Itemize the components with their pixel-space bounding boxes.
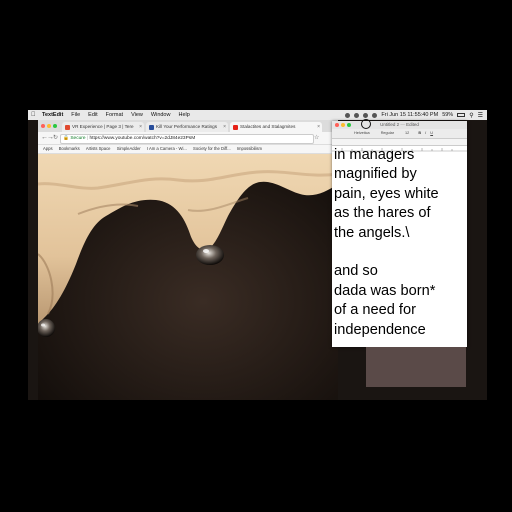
tab-stalactites[interactable]: Stalactites and Stalagmites × bbox=[230, 122, 322, 132]
stalactite-video-frame bbox=[38, 154, 338, 400]
menu-view[interactable]: View bbox=[131, 110, 143, 120]
bookmark-impossibilism[interactable]: Impossibilism bbox=[237, 146, 262, 151]
bluetooth-icon[interactable] bbox=[372, 112, 378, 118]
font-size-select[interactable]: 12 bbox=[405, 131, 409, 135]
bookmarks-bar: Apps Bookmarks Artists Space SimpleAdder… bbox=[38, 145, 338, 154]
zoom-window-icon[interactable] bbox=[347, 123, 351, 127]
menu-clock[interactable]: Fri Jun 15 11:55:40 PM bbox=[381, 112, 438, 118]
italic-icon[interactable]: I bbox=[425, 131, 426, 135]
cursor-highlight-icon bbox=[361, 119, 371, 129]
battery-icon[interactable] bbox=[457, 113, 466, 117]
bookmark-simpleadder[interactable]: SimpleAdder bbox=[117, 146, 141, 151]
youtube-icon bbox=[233, 124, 238, 130]
ruler[interactable] bbox=[332, 139, 467, 152]
background-window-thumbnail bbox=[366, 347, 466, 387]
browser-toolbar: ← → ↻ 🔒 Secure | https://www.youtube.com… bbox=[38, 132, 338, 145]
tab-bar: VR Experience | Page 3 | Tere × Kill You… bbox=[38, 120, 338, 132]
tab-label: Stalactites and Stalagmites bbox=[240, 124, 296, 129]
close-window-icon[interactable] bbox=[41, 124, 45, 128]
spotlight-icon[interactable]: ⚲ bbox=[469, 112, 473, 119]
document-status: Edited bbox=[406, 122, 419, 127]
tab-performance-ratings[interactable]: Kill Your Performance Ratings × bbox=[146, 122, 228, 132]
close-tab-icon[interactable]: × bbox=[139, 122, 142, 132]
bookmark-i-am-a-camera[interactable]: I Am a Camera - Wi... bbox=[147, 146, 187, 151]
document-text[interactable]: in managers magnified by pain, eyes whit… bbox=[334, 146, 465, 346]
close-tab-icon[interactable]: × bbox=[317, 122, 320, 132]
tab-favicon-icon bbox=[149, 124, 154, 130]
font-family-select[interactable]: Helvetica bbox=[354, 131, 370, 135]
wifi-icon[interactable] bbox=[354, 112, 360, 118]
address-bar[interactable]: 🔒 Secure | https://www.youtube.com/watch… bbox=[60, 134, 314, 144]
bookmark-apps[interactable]: Apps bbox=[43, 146, 53, 151]
star-icon[interactable]: ☆ bbox=[314, 133, 319, 143]
apple-icon[interactable]:  bbox=[31, 110, 37, 120]
video-player[interactable] bbox=[38, 154, 338, 400]
close-window-icon[interactable] bbox=[335, 123, 339, 127]
url-text: https://www.youtube.com/watch?v=2dJ84e23… bbox=[89, 136, 196, 141]
bold-icon[interactable]: B bbox=[418, 131, 421, 135]
reload-icon[interactable]: ↻ bbox=[53, 133, 58, 143]
screen-recording:  TextEdit File Edit Format View Window … bbox=[28, 110, 487, 400]
menu-file[interactable]: File bbox=[71, 110, 80, 120]
textedit-window: Untitled 2 — Edited Helvetica Regular 12… bbox=[332, 121, 467, 347]
dropbox-icon[interactable] bbox=[345, 112, 351, 118]
volume-icon[interactable] bbox=[363, 112, 369, 118]
menu-format[interactable]: Format bbox=[106, 110, 123, 120]
lock-icon: 🔒 bbox=[63, 136, 69, 141]
tab-favicon-icon bbox=[65, 124, 70, 130]
chrome-window: VR Experience | Page 3 | Tere × Kill You… bbox=[38, 120, 338, 400]
mac-menu-bar:  TextEdit File Edit Format View Window … bbox=[28, 110, 487, 120]
menu-help[interactable]: Help bbox=[178, 110, 189, 120]
minimize-window-icon[interactable] bbox=[341, 123, 345, 127]
menu-list-icon[interactable]: ☰ bbox=[478, 112, 483, 119]
menu-window[interactable]: Window bbox=[151, 110, 171, 120]
bookmark-society[interactable]: Society for the Diff... bbox=[193, 146, 231, 151]
bookmark-artists-space[interactable]: Artists Space bbox=[86, 146, 111, 151]
bookmark-bookmarks[interactable]: Bookmarks bbox=[59, 146, 80, 151]
menu-edit[interactable]: Edit bbox=[88, 110, 97, 120]
document-title: Untitled 2 bbox=[380, 122, 400, 127]
textedit-format-bar: Helvetica Regular 12 B I U bbox=[332, 129, 467, 139]
menu-app-name[interactable]: TextEdit bbox=[42, 110, 63, 120]
close-tab-icon[interactable]: × bbox=[223, 122, 226, 132]
tab-vr-experience[interactable]: VR Experience | Page 3 | Tere × bbox=[62, 122, 144, 132]
tab-label: Kill Your Performance Ratings bbox=[156, 124, 218, 129]
underline-icon[interactable]: U bbox=[430, 131, 433, 135]
minimize-window-icon[interactable] bbox=[47, 124, 51, 128]
tab-label: VR Experience | Page 3 | Tere bbox=[72, 124, 134, 129]
secure-label: Secure bbox=[70, 136, 86, 141]
font-style-select[interactable]: Regular bbox=[381, 131, 394, 135]
textedit-titlebar: Untitled 2 — Edited bbox=[332, 121, 467, 129]
battery-percent[interactable]: 59% bbox=[442, 112, 453, 118]
zoom-window-icon[interactable] bbox=[53, 124, 57, 128]
